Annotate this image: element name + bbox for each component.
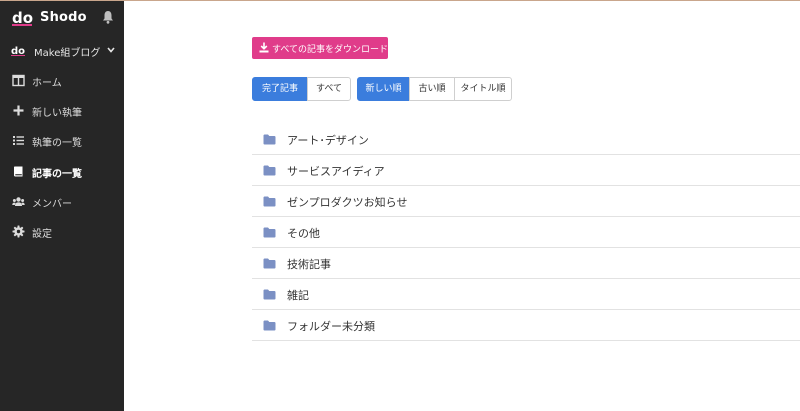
sidebar-item-label: 記事の一覧 (32, 169, 82, 180)
folder-label: ゼンプロダクツお知らせ (287, 196, 408, 209)
folder-icon (263, 196, 276, 207)
book-icon (14, 166, 23, 177)
filter-all-button[interactable]: すべて (307, 77, 351, 101)
bell-icon[interactable] (102, 10, 114, 24)
folder-label: サービスアイディア (287, 165, 385, 178)
team-selector[interactable]: do Make組ブログ (0, 38, 124, 64)
sidebar-item-label: 執筆の一覧 (32, 138, 82, 149)
svg-text:do: do (12, 9, 33, 26)
folder-icon (263, 134, 276, 145)
shodo-logo-icon[interactable]: do (12, 8, 34, 26)
sidebar: do Shodo do Make組ブログ ホーム 新しい執筆 執筆の一覧 記事の… (0, 0, 124, 411)
folder-icon (263, 227, 276, 238)
sidebar-item-writing-list[interactable]: 執筆の一覧 (0, 129, 124, 153)
status-filter-group: 完了記事 すべて (252, 77, 351, 101)
brand-header: do Shodo (0, 0, 124, 36)
sidebar-item-settings[interactable]: 設定 (0, 220, 124, 244)
team-logo-icon: do (11, 46, 25, 56)
download-all-articles-button[interactable]: すべての記事をダウンロード (252, 37, 388, 59)
folder-row[interactable]: フォルダー未分類 (252, 310, 800, 341)
folder-icon (263, 289, 276, 300)
folder-label: その他 (287, 227, 320, 240)
sidebar-item-label: メンバー (32, 199, 72, 210)
sidebar-item-new-writing[interactable]: 新しい執筆 (0, 99, 124, 123)
folder-icon (263, 320, 276, 331)
folder-icon (263, 258, 276, 269)
folder-label: 技術記事 (287, 258, 331, 271)
sidebar-item-article-list[interactable]: 記事の一覧 (0, 160, 124, 184)
sidebar-item-label: 新しい執筆 (32, 108, 82, 119)
sort-newest-button[interactable]: 新しい順 (357, 77, 410, 101)
folder-icon (263, 165, 276, 176)
sidebar-item-members[interactable]: メンバー (0, 190, 124, 214)
folder-row[interactable]: 雑記 (252, 279, 800, 310)
download-button-label: すべての記事をダウンロード (272, 45, 389, 55)
sort-title-button[interactable]: タイトル順 (454, 77, 512, 101)
folder-row[interactable]: ゼンプロダクツお知らせ (252, 186, 800, 217)
list-icon (13, 136, 24, 145)
svg-text:do: do (11, 46, 25, 56)
folder-label: フォルダー未分類 (287, 320, 375, 333)
filter-completed-button[interactable]: 完了記事 (252, 77, 308, 101)
top-border-line (0, 0, 800, 1)
folder-label: 雑記 (287, 289, 309, 302)
folder-row[interactable]: サービスアイディア (252, 155, 800, 186)
chevron-down-icon (107, 47, 115, 53)
users-icon (12, 197, 25, 206)
folder-row[interactable]: アート･デザイン (252, 124, 800, 155)
download-icon (259, 42, 269, 53)
gear-icon (12, 225, 25, 238)
sidebar-item-label: 設定 (32, 229, 52, 240)
sort-filter-group: 新しい順 古い順 タイトル順 (357, 77, 512, 101)
folder-label: アート･デザイン (287, 134, 369, 147)
sort-oldest-button[interactable]: 古い順 (409, 77, 455, 101)
folder-list: アート･デザイン サービスアイディア ゼンプロダクツお知らせ その他 技術記事 … (252, 124, 800, 341)
folder-row[interactable]: 技術記事 (252, 248, 800, 279)
sidebar-item-label: ホーム (32, 78, 62, 89)
sidebar-item-home[interactable]: ホーム (0, 69, 124, 93)
columns-icon (12, 74, 25, 87)
plus-icon (13, 105, 24, 116)
team-name: Make組ブログ (34, 48, 101, 59)
app-name[interactable]: Shodo (40, 10, 87, 25)
folder-row[interactable]: その他 (252, 217, 800, 248)
